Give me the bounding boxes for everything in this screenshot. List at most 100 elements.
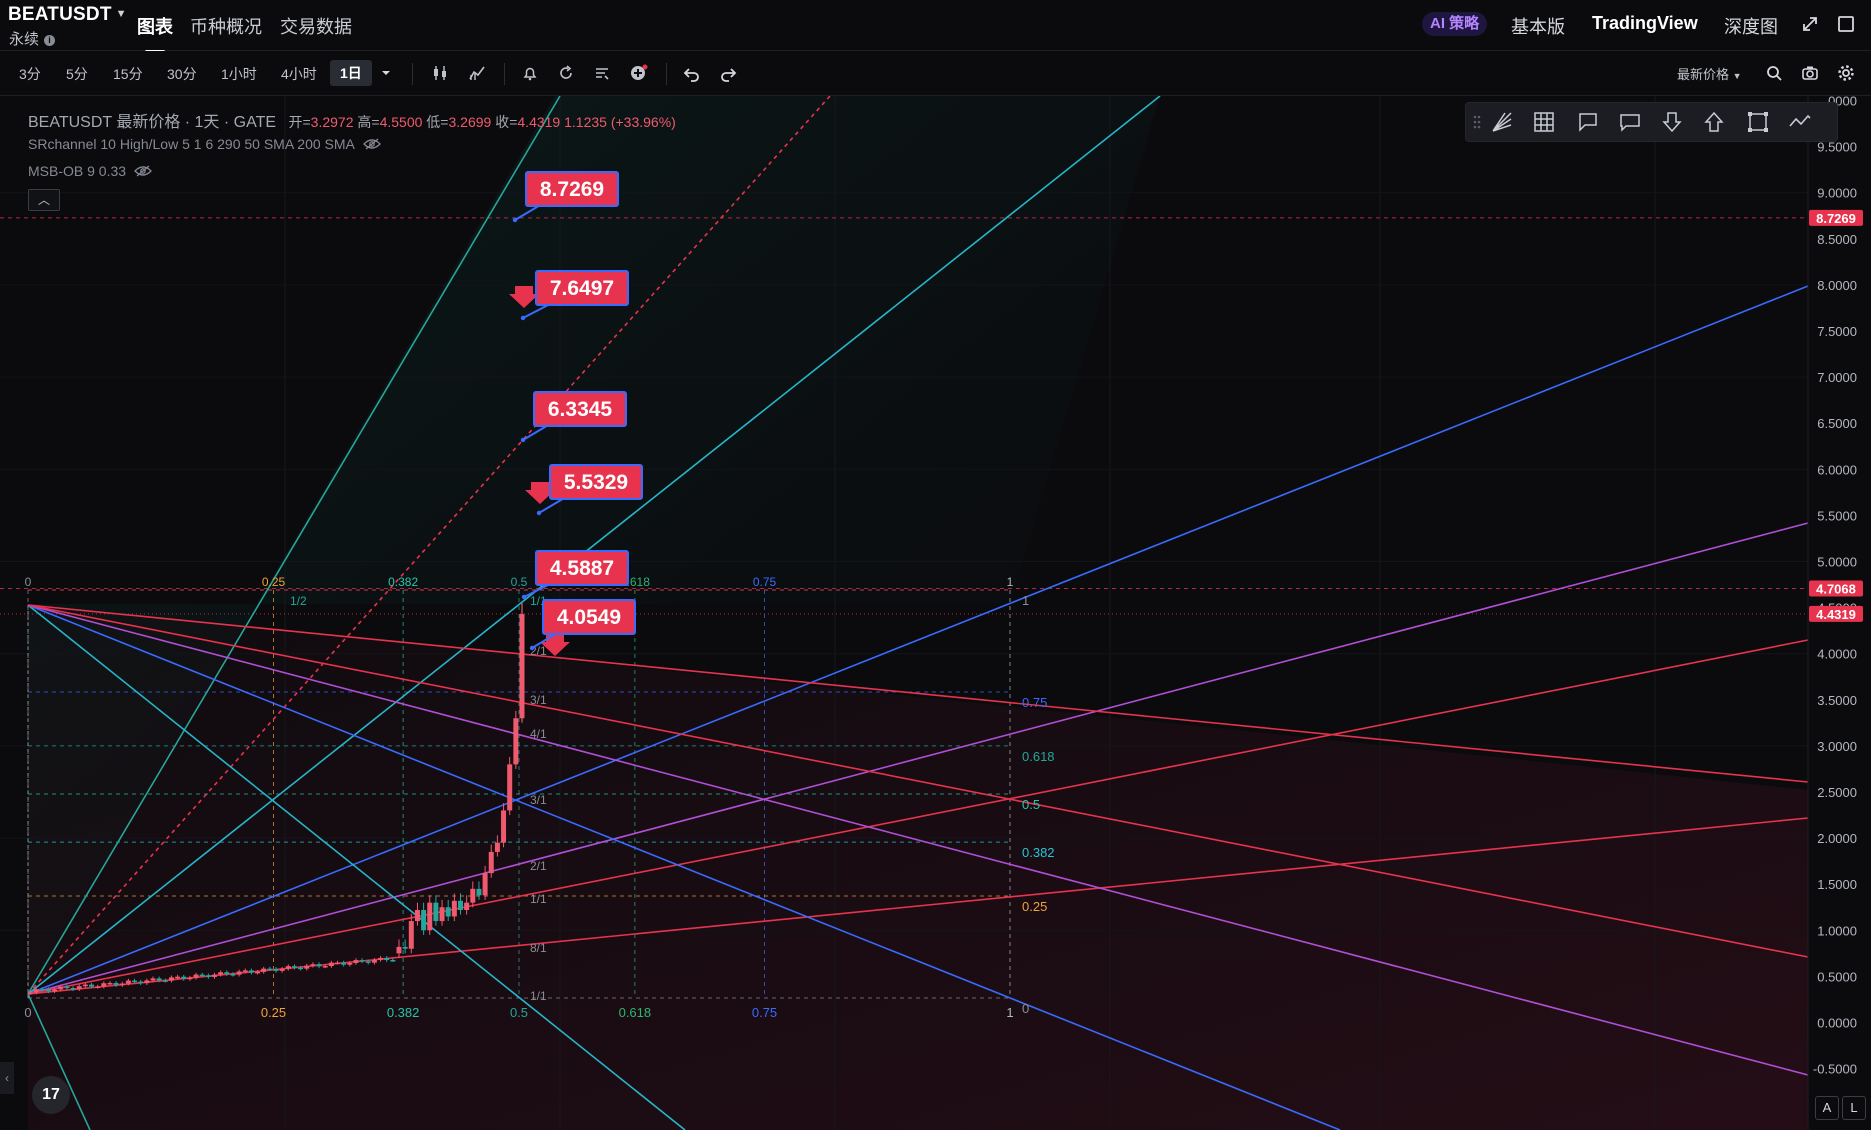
timeframe-1d[interactable]: 1日 <box>330 60 372 86</box>
open-key: 开= <box>288 114 311 130</box>
eye-hidden-icon[interactable] <box>362 138 381 150</box>
candle-body <box>107 982 113 985</box>
callout-anchor <box>529 645 535 651</box>
timeframe-30m[interactable]: 30分 <box>167 64 197 84</box>
symbol-selector[interactable]: BEATUSDT ▼ <box>8 4 127 26</box>
rectangle-tool-icon[interactable] <box>1746 110 1770 134</box>
replay-icon[interactable] <box>556 63 576 83</box>
fib-price-right-label: 0.25 <box>1022 899 1047 914</box>
add-icon[interactable] <box>628 63 648 83</box>
indicator-srchannel[interactable]: SRchannel 10 High/Low 5 1 6 290 50 SMA 2… <box>28 136 381 152</box>
legend-title: BEATUSDT 最新价格 · 1天 · GATE <box>28 114 277 131</box>
depth-chart-link[interactable]: 深度图 <box>1724 13 1778 39</box>
info-icon[interactable]: i <box>44 35 56 46</box>
candle-body <box>359 960 365 962</box>
drag-handle-icon[interactable] <box>1472 114 1482 130</box>
fib-time-bottom-label: 1 <box>1006 1005 1013 1020</box>
candle-body <box>445 907 451 917</box>
redo-icon[interactable] <box>718 63 738 83</box>
callout-anchor <box>512 217 518 223</box>
expand-icon[interactable] <box>1800 14 1820 34</box>
chevron-down-icon: ▼ <box>1732 71 1742 81</box>
candle-body <box>273 968 279 971</box>
camera-icon[interactable] <box>1800 63 1820 83</box>
timeframe-5m[interactable]: 5分 <box>66 64 88 84</box>
candle-body <box>513 718 519 765</box>
indicator-msb-ob[interactable]: MSB-OB 9 0.33 <box>28 163 152 179</box>
callout-price-label: 4.0549 <box>557 606 621 629</box>
callout-anchor <box>521 594 527 600</box>
chevron-down-icon[interactable] <box>376 63 396 83</box>
candle-body <box>27 992 33 994</box>
candle-body <box>150 978 156 981</box>
timeframe-3m[interactable]: 3分 <box>19 64 41 84</box>
fib-price-right-label: 1 <box>1022 593 1029 608</box>
candle-body <box>132 980 138 983</box>
auto-scale-button[interactable]: A <box>1815 1096 1839 1120</box>
tab-chart[interactable]: 图表 <box>137 13 173 53</box>
tradingview-logo-icon[interactable]: 17 <box>32 1076 70 1114</box>
gann-ratio-label: 4/1 <box>530 727 547 741</box>
fib-time-top-label: 0.75 <box>753 575 777 589</box>
callout-price-label: 8.7269 <box>540 178 604 201</box>
templates-icon[interactable] <box>592 63 612 83</box>
timeframe-1h[interactable]: 1小时 <box>221 64 257 84</box>
candle-body <box>421 910 427 931</box>
price-chart[interactable]: 0 0.25 0.382 0.5 0.618 0.75 10 0.25 0.382 0.5 0.61… <box>0 96 1871 1130</box>
price-tick-label: 3.5000 <box>1817 693 1857 708</box>
candle-body <box>433 902 439 922</box>
price-tick-label: 1.5000 <box>1817 877 1857 892</box>
tab-coin-overview[interactable]: 币种概况 <box>190 13 262 39</box>
high-key: 高= <box>357 114 380 130</box>
tradingview-link[interactable]: TradingView <box>1592 13 1698 34</box>
candle-body <box>205 975 211 978</box>
gann-ratio-label: 1/1 <box>530 892 547 906</box>
candlestick-icon[interactable] <box>430 63 450 83</box>
undo-icon[interactable] <box>682 63 702 83</box>
indicators-icon[interactable] <box>467 63 487 83</box>
price-axis[interactable]: 00009.50009.00008.50008.00007.50007.0000… <box>1809 96 1863 1077</box>
gann-ratio-label: 2/1 <box>530 859 547 873</box>
gann-fan-tool-icon[interactable] <box>1490 110 1514 134</box>
callout-anchor <box>520 315 526 321</box>
change-value: 1.1235 (+33.96%) <box>564 114 676 130</box>
grid-tool-icon[interactable] <box>1532 110 1556 134</box>
price-tick-label: 8.5000 <box>1817 232 1857 247</box>
tab-trading-data[interactable]: 交易数据 <box>280 13 352 39</box>
candle-body <box>291 966 297 968</box>
arrow-down-tool-icon[interactable] <box>1660 110 1684 134</box>
log-scale-button[interactable]: L <box>1842 1096 1866 1120</box>
callout-price-label: 5.5329 <box>564 471 628 494</box>
candle-body <box>255 971 261 974</box>
basic-view-link[interactable]: 基本版 <box>1511 13 1565 39</box>
candle-body <box>365 961 371 963</box>
candle-body <box>89 984 94 987</box>
candle-body <box>33 989 39 993</box>
candle-body <box>279 968 285 971</box>
gear-icon[interactable] <box>1836 63 1856 83</box>
candle-body <box>353 960 359 963</box>
path-tool-icon[interactable] <box>1788 110 1812 134</box>
candle-body <box>95 986 101 989</box>
arrow-up-tool-icon[interactable] <box>1702 110 1726 134</box>
search-icon[interactable] <box>1764 63 1784 83</box>
callout-tool-icon[interactable] <box>1576 110 1600 134</box>
chart-legend: BEATUSDT 最新价格 · 1天 · GATE 开=3.2972 高=4.5… <box>28 108 676 132</box>
candle-body <box>64 986 70 989</box>
collapse-legend-button[interactable]: ︿ <box>28 189 60 211</box>
candle-body <box>328 962 334 966</box>
candle-body <box>451 900 457 917</box>
fullscreen-icon[interactable] <box>1836 14 1856 34</box>
price-source-select[interactable]: 最新价格 ▼ <box>1677 64 1742 83</box>
timeframe-4h[interactable]: 4小时 <box>281 64 317 84</box>
comment-tool-icon[interactable] <box>1618 110 1642 134</box>
eye-hidden-icon[interactable] <box>134 165 152 177</box>
alert-bell-icon[interactable] <box>520 63 540 83</box>
candle-body <box>119 983 125 986</box>
gann-ratio-label: 8/1 <box>530 941 547 955</box>
collapse-sidebar-button[interactable]: ‹ <box>0 1062 14 1094</box>
candle-body <box>285 966 291 969</box>
ai-strategy-button[interactable]: AI 策略 <box>1422 12 1488 36</box>
timeframe-15m[interactable]: 15分 <box>113 64 143 84</box>
candle-body <box>156 978 162 981</box>
